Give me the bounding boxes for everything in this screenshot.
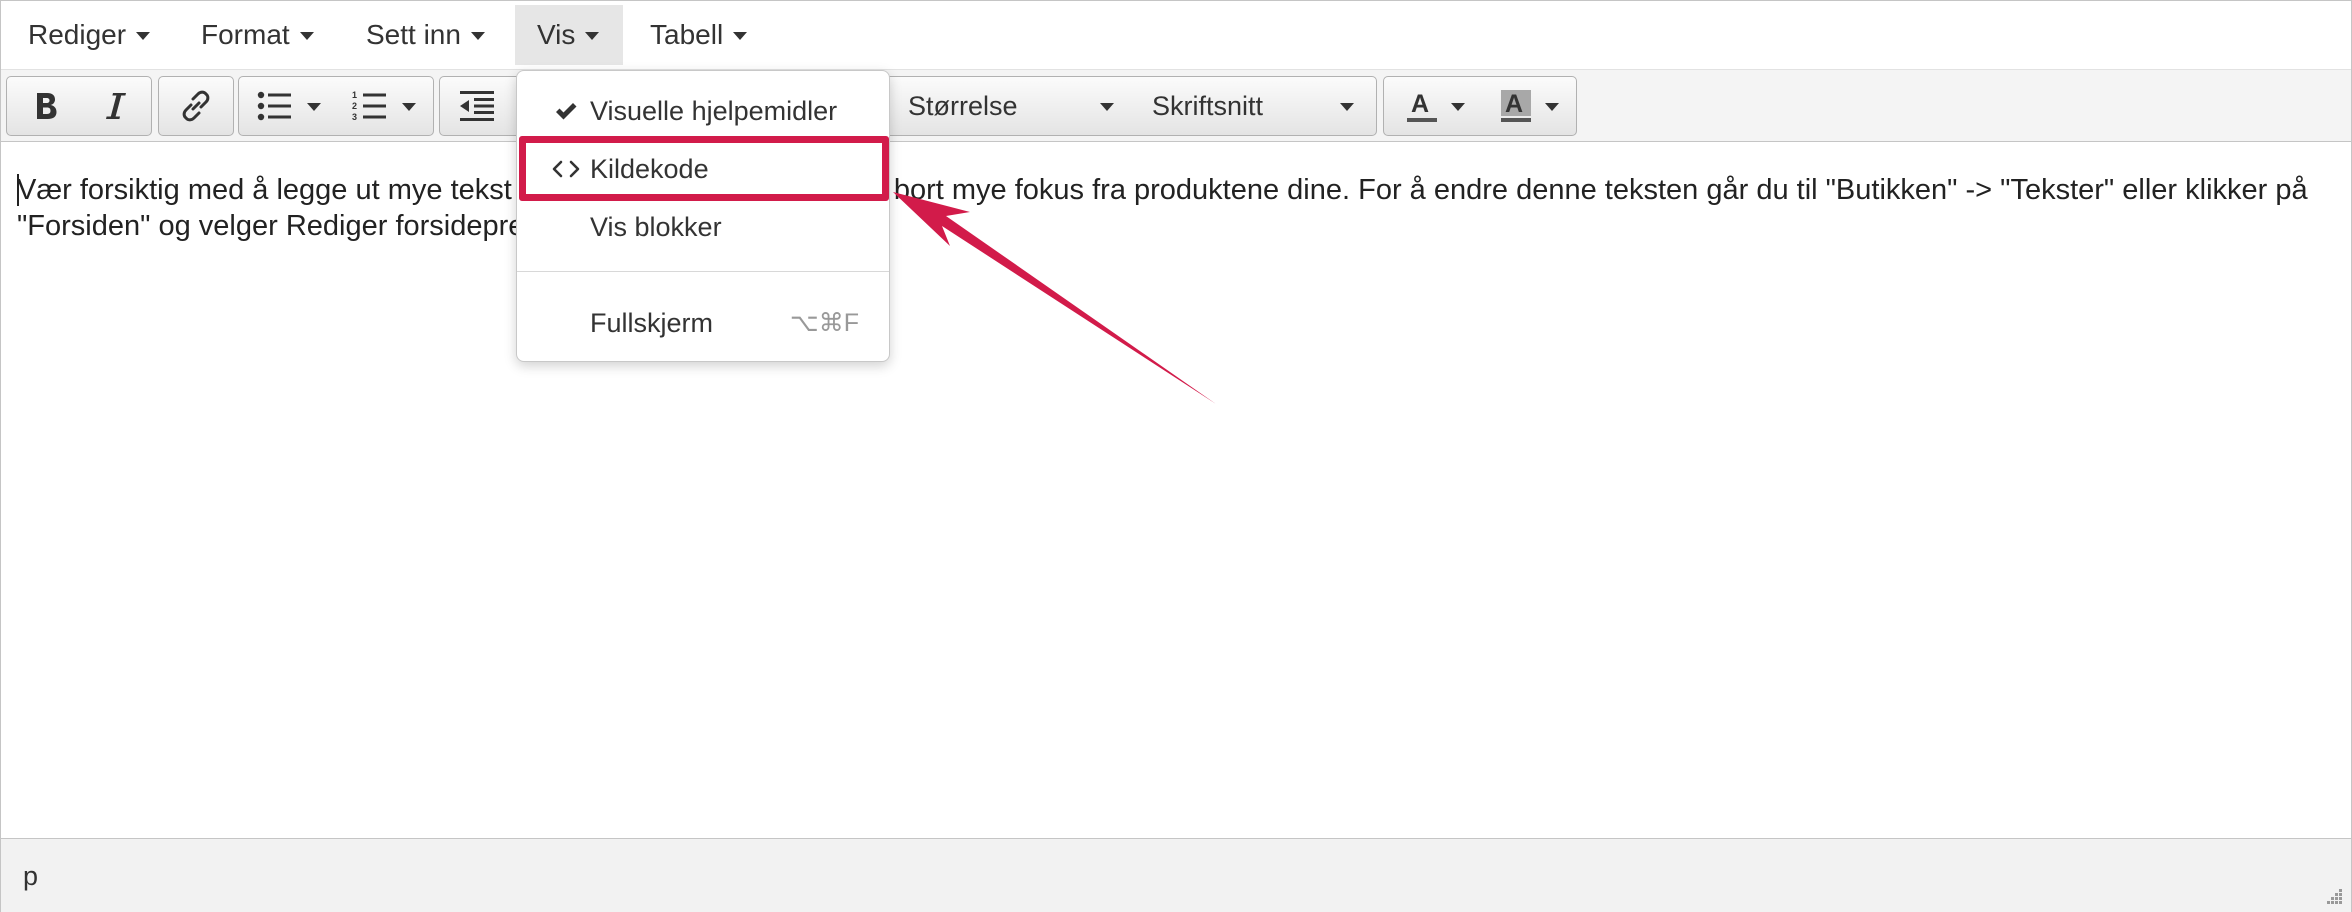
menu-rediger[interactable]: Rediger bbox=[6, 5, 172, 65]
menu-rediger-label: Rediger bbox=[28, 19, 127, 50]
format-button-group bbox=[6, 76, 152, 136]
bold-icon bbox=[37, 93, 57, 119]
menu-format-label: Format bbox=[201, 19, 290, 50]
background-color-icon: A bbox=[1501, 90, 1531, 122]
caret-down-icon bbox=[299, 32, 314, 40]
content-paragraph[interactable]: Vær forsiktig med å legge ut mye tekst h… bbox=[17, 172, 2337, 244]
caret-down-icon bbox=[307, 103, 321, 111]
resize-handle-icon[interactable] bbox=[2323, 885, 2343, 905]
menu-format[interactable]: Format bbox=[179, 5, 336, 65]
bullet-list-icon bbox=[257, 91, 291, 121]
color-button-group: A A bbox=[1383, 76, 1577, 136]
link-button-group bbox=[158, 76, 234, 136]
annotation-highlight-box bbox=[519, 136, 889, 201]
statusbar: p bbox=[1, 838, 2351, 912]
caret-down-icon bbox=[402, 103, 416, 111]
bold-button[interactable] bbox=[11, 77, 81, 135]
svg-text:2: 2 bbox=[352, 101, 357, 111]
menu-item-visuelle-hjelpemidler[interactable]: Visuelle hjelpemidler bbox=[517, 85, 889, 137]
svg-text:A: A bbox=[1411, 90, 1429, 118]
link-button[interactable] bbox=[163, 77, 229, 135]
menu-separator bbox=[517, 271, 889, 272]
keyboard-shortcut: ⌥⌘F bbox=[789, 309, 859, 337]
toolbar: 123 Størrelse Skriftsnitt A A bbox=[1, 70, 2351, 142]
numbered-list-icon: 123 bbox=[352, 90, 386, 122]
bullet-list-button[interactable] bbox=[243, 77, 335, 135]
vis-dropdown-menu: Visuelle hjelpemidler Kildekode Vis blok… bbox=[516, 70, 890, 362]
menu-tabell-label: Tabell bbox=[650, 19, 724, 50]
outdent-icon bbox=[460, 91, 494, 121]
checkmark-icon bbox=[551, 96, 581, 126]
font-family-select-label: Skriftsnitt bbox=[1152, 90, 1264, 121]
rich-text-editor: Rediger Format Sett inn Vis Tabell 1 2 3… bbox=[0, 0, 2352, 912]
numbered-list-button[interactable]: 123 bbox=[337, 77, 431, 135]
text-color-icon: A bbox=[1407, 90, 1437, 122]
font-size-select[interactable]: Størrelse bbox=[882, 77, 1128, 135]
caret-down-icon bbox=[1451, 103, 1465, 111]
menu-sett-inn-label: Sett inn bbox=[366, 19, 461, 50]
menu-item-label: Fullskjerm bbox=[590, 307, 714, 338]
caret-down-icon bbox=[733, 32, 748, 40]
italic-icon bbox=[106, 93, 126, 119]
italic-button[interactable] bbox=[83, 77, 149, 135]
element-path[interactable]: p bbox=[23, 861, 38, 892]
text-color-button[interactable]: A bbox=[1388, 77, 1482, 135]
menu-item-fullskjerm[interactable]: Fullskjerm ⌥⌘F bbox=[517, 297, 889, 349]
background-color-button[interactable]: A bbox=[1482, 77, 1576, 135]
svg-text:3: 3 bbox=[352, 112, 357, 122]
menu-item-label: Visuelle hjelpemidler bbox=[590, 95, 838, 126]
menu-item-vis-blokker[interactable]: Vis blokker bbox=[517, 201, 889, 253]
caret-down-icon bbox=[470, 32, 485, 40]
outdent-button[interactable] bbox=[444, 77, 510, 135]
editor-content-area[interactable]: Vær forsiktig med å legge ut mye tekst h… bbox=[1, 142, 2351, 838]
menu-sett-inn[interactable]: Sett inn bbox=[344, 5, 507, 65]
caret-down-icon bbox=[136, 32, 151, 40]
link-icon bbox=[182, 90, 210, 122]
font-select-group: Størrelse Skriftsnitt bbox=[881, 76, 1377, 136]
menu-tabell[interactable]: Tabell bbox=[628, 5, 769, 65]
font-family-select[interactable]: Skriftsnitt bbox=[1130, 77, 1376, 135]
caret-down-icon bbox=[1545, 103, 1559, 111]
list-button-group: 123 bbox=[238, 76, 434, 136]
caret-down-icon bbox=[1100, 103, 1114, 111]
menu-item-label: Vis blokker bbox=[590, 211, 722, 242]
menu-vis-label: Vis bbox=[537, 19, 576, 50]
caret-down-icon bbox=[585, 32, 600, 40]
font-size-select-label: Størrelse bbox=[908, 90, 1018, 121]
menu-vis[interactable]: Vis bbox=[515, 5, 623, 65]
menubar: Rediger Format Sett inn Vis Tabell bbox=[1, 1, 2351, 70]
caret-down-icon bbox=[1340, 103, 1354, 111]
svg-text:1: 1 bbox=[352, 90, 357, 100]
svg-text:A: A bbox=[1505, 90, 1523, 118]
